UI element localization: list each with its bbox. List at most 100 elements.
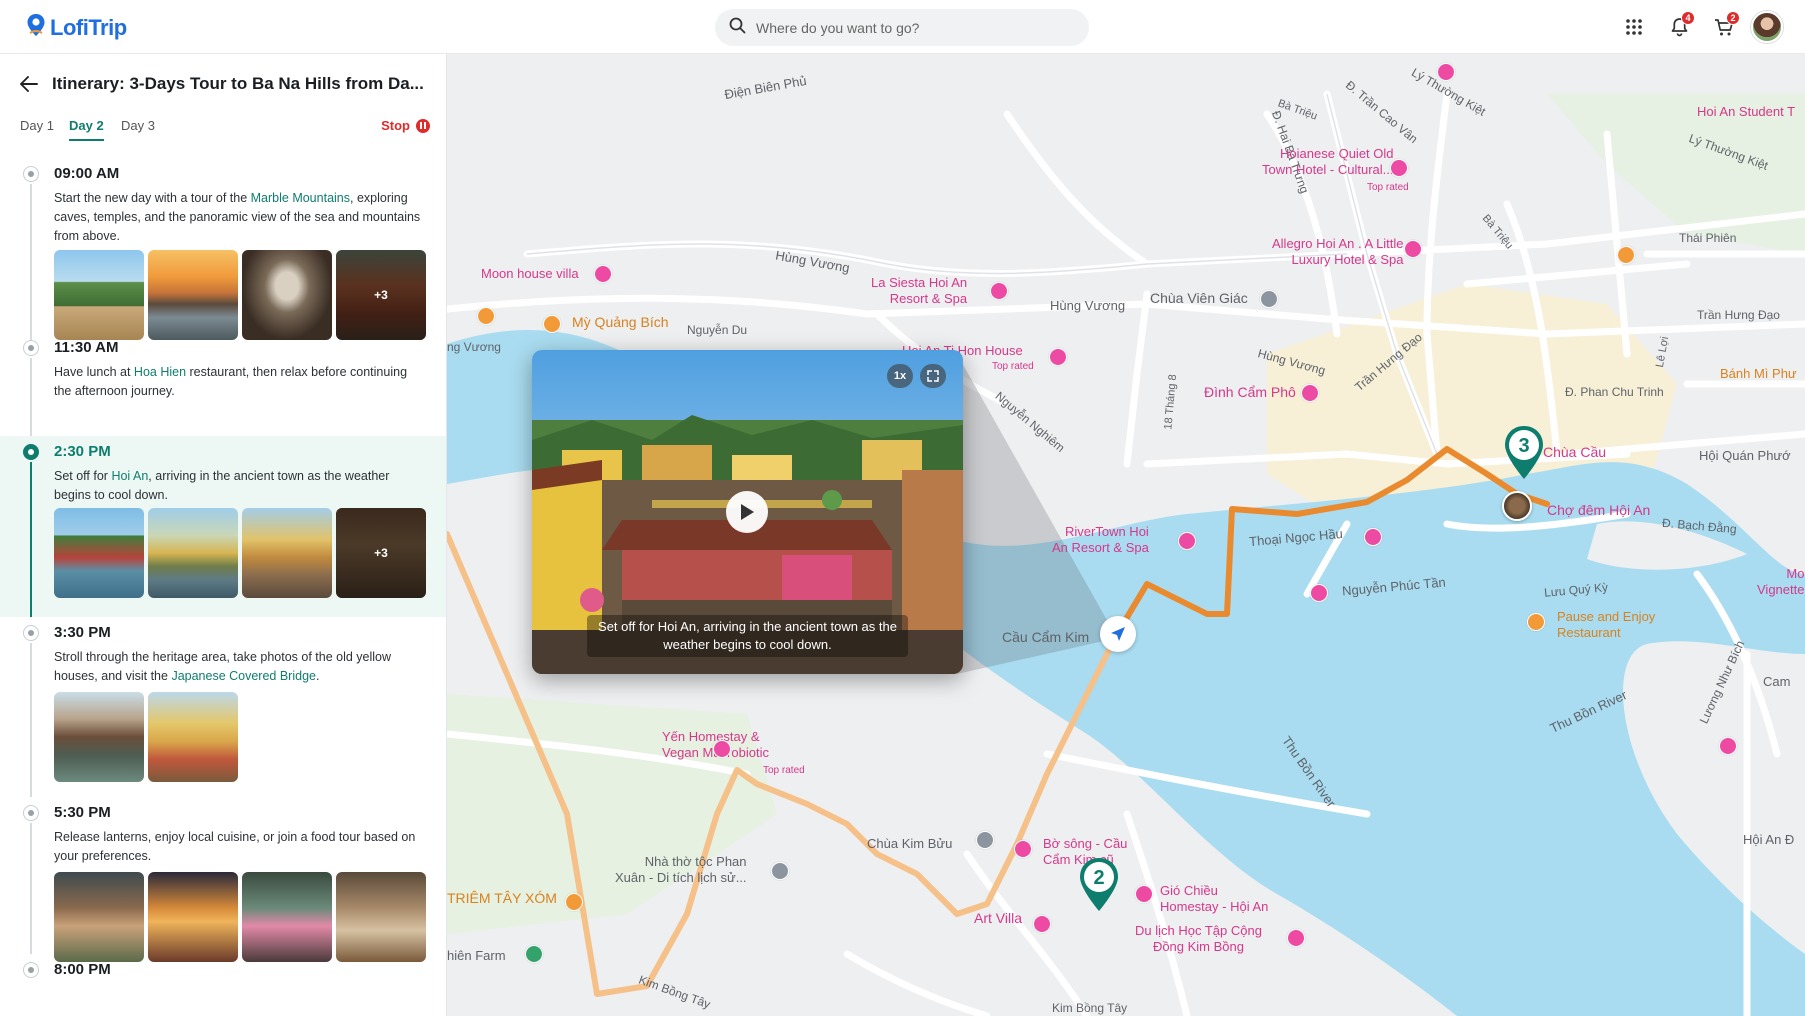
timeline-stop-active[interactable]: 2:30 PM Set off for Hoi An, arriving in … bbox=[0, 436, 446, 617]
restaurant-icon[interactable] bbox=[543, 315, 561, 333]
photo-thumbnail[interactable] bbox=[148, 692, 238, 782]
stop-time: 3:30 PM bbox=[54, 624, 111, 641]
photo-thumbnail[interactable]: +3 bbox=[336, 250, 426, 340]
restaurant-icon[interactable] bbox=[1617, 246, 1635, 264]
timeline-dot bbox=[23, 625, 39, 641]
map-label: Chùa Kim Bửu bbox=[867, 836, 953, 851]
hotel-icon[interactable] bbox=[1390, 159, 1408, 177]
map-label: Allegro Hoi An . A Little Luxury Hotel &… bbox=[1272, 236, 1404, 267]
map-view[interactable]: Điện Biên Phủ Bà Triệu Lý Thường Kiệt Đ.… bbox=[447, 54, 1805, 1016]
timeline-dot bbox=[23, 805, 39, 821]
location-photo-marker[interactable] bbox=[1502, 491, 1532, 521]
apps-grid-button[interactable] bbox=[1621, 14, 1647, 40]
cart-button[interactable]: 2 bbox=[1711, 11, 1740, 40]
timeline-stop[interactable]: 8:00 PM bbox=[0, 954, 446, 1014]
stop-button[interactable]: Stop bbox=[381, 118, 430, 133]
expand-button[interactable] bbox=[920, 364, 946, 388]
day-tabs: Day 1 Day 2 Day 3 Stop bbox=[20, 118, 430, 148]
itinerary-header: Itinerary: 3-Days Tour to Ba Na Hills fr… bbox=[20, 74, 430, 94]
play-button[interactable] bbox=[726, 491, 768, 533]
itinerary-panel: Itinerary: 3-Days Tour to Ba Na Hills fr… bbox=[0, 54, 447, 1016]
timeline-stop[interactable]: 11:30 AM Have lunch at Hoa Hien restaura… bbox=[0, 332, 446, 436]
pause-icon bbox=[416, 118, 430, 133]
timeline-line bbox=[30, 184, 32, 352]
timeline-stop[interactable]: 5:30 PM Release lanterns, enjoy local cu… bbox=[0, 797, 446, 962]
map-label: Du lịch Học Tập Cộng Đồng Kim Bồng bbox=[1135, 923, 1262, 954]
search-input[interactable] bbox=[756, 19, 1056, 36]
stop-description: Set off for Hoi An, arriving in the anci… bbox=[54, 467, 424, 505]
tab-day-1[interactable]: Day 1 bbox=[20, 118, 54, 139]
navigation-arrow-icon bbox=[1111, 627, 1125, 641]
map-label: TRIÊM TÂY XÓM bbox=[447, 890, 557, 906]
hotel-icon[interactable] bbox=[1033, 915, 1051, 933]
temple-icon[interactable] bbox=[976, 831, 994, 849]
place-link[interactable]: Marble Mountains bbox=[251, 191, 350, 205]
camera-icon[interactable] bbox=[1287, 929, 1305, 947]
camera-icon[interactable] bbox=[1014, 840, 1032, 858]
restaurant-icon[interactable] bbox=[1310, 584, 1328, 602]
restaurant-icon[interactable] bbox=[1364, 528, 1382, 546]
map-label: hiên Farm bbox=[447, 948, 506, 963]
arrow-left-icon[interactable] bbox=[20, 76, 38, 92]
temple-icon[interactable] bbox=[1260, 290, 1278, 308]
photo-thumbnail[interactable] bbox=[336, 872, 426, 962]
photo-thumbnail[interactable]: +3 bbox=[336, 508, 426, 598]
map-label: Cam bbox=[1763, 674, 1791, 689]
hotel-icon[interactable] bbox=[1404, 240, 1422, 258]
map-label: Đình Cẩm Phô bbox=[1204, 384, 1296, 400]
photo-thumbnail[interactable] bbox=[242, 250, 332, 340]
timeline-dot-active bbox=[23, 444, 39, 460]
hotel-icon[interactable] bbox=[1178, 532, 1196, 550]
timeline-line bbox=[30, 643, 32, 797]
photo-thumbnail[interactable] bbox=[242, 872, 332, 962]
hotel-icon[interactable] bbox=[1719, 737, 1737, 755]
photo-thumbnail[interactable] bbox=[54, 872, 144, 962]
restaurant-icon[interactable] bbox=[565, 893, 583, 911]
map-label: Cầu Cẩm Kim bbox=[1002, 629, 1090, 645]
timeline-stop[interactable]: 09:00 AM Start the new day with a tour o… bbox=[0, 158, 446, 352]
landmark-icon[interactable] bbox=[1301, 384, 1319, 402]
route-stop-pin-2[interactable]: 2 bbox=[1077, 856, 1121, 914]
temple-icon[interactable] bbox=[771, 862, 789, 880]
video-preview-card[interactable]: 1x Set off for Hoi An, arriving in the a… bbox=[532, 350, 963, 674]
hotel-icon[interactable] bbox=[594, 265, 612, 283]
place-link[interactable]: Japanese Covered Bridge bbox=[171, 669, 316, 683]
itinerary-title: Itinerary: 3-Days Tour to Ba Na Hills fr… bbox=[52, 74, 424, 93]
playback-speed-button[interactable]: 1x bbox=[887, 364, 913, 388]
photo-thumbnail[interactable] bbox=[242, 508, 332, 598]
stop-time: 8:00 PM bbox=[54, 961, 111, 978]
place-link[interactable]: Hoa Hien bbox=[134, 365, 186, 379]
park-icon[interactable] bbox=[525, 945, 543, 963]
restaurant-icon[interactable] bbox=[990, 282, 1008, 300]
place-link[interactable]: Hoi An bbox=[111, 469, 148, 483]
map-label: Trần Hưng Đạo bbox=[1697, 308, 1780, 322]
tab-day-3[interactable]: Day 3 bbox=[121, 118, 155, 139]
map-label: Hoianese Quiet Old Town Hotel - Cultural… bbox=[1262, 146, 1394, 177]
photo-thumbnail[interactable] bbox=[54, 250, 144, 340]
map-pin-icon bbox=[26, 13, 46, 42]
play-icon bbox=[741, 504, 754, 520]
notifications-badge: 4 bbox=[1681, 11, 1695, 25]
logo[interactable]: LofiTrip bbox=[26, 13, 127, 42]
photo-thumbnail[interactable] bbox=[148, 250, 238, 340]
hotel-icon[interactable] bbox=[1135, 885, 1153, 903]
hotel-icon[interactable] bbox=[713, 740, 731, 758]
photo-thumbnail[interactable] bbox=[54, 692, 144, 782]
avatar[interactable] bbox=[1751, 11, 1783, 43]
hotel-icon[interactable] bbox=[1049, 348, 1067, 366]
timeline-stop[interactable]: 3:30 PM Stroll through the heritage area… bbox=[0, 617, 446, 797]
current-location-marker[interactable] bbox=[1100, 616, 1136, 652]
restaurant-icon[interactable] bbox=[477, 307, 495, 325]
photo-thumbnail[interactable] bbox=[54, 508, 144, 598]
route-stop-pin-3[interactable]: 3 bbox=[1502, 424, 1546, 482]
search-bar[interactable] bbox=[715, 9, 1089, 46]
photo-thumbnail[interactable] bbox=[148, 508, 238, 598]
hotel-icon[interactable] bbox=[1437, 63, 1455, 81]
grid-icon bbox=[1626, 19, 1642, 35]
tab-day-2[interactable]: Day 2 bbox=[69, 118, 104, 141]
photo-thumbnail[interactable] bbox=[148, 872, 238, 962]
map-label: ng Vương bbox=[447, 340, 501, 354]
restaurant-icon[interactable] bbox=[1527, 613, 1545, 631]
timeline-dot bbox=[23, 340, 39, 356]
notifications-button[interactable]: 4 bbox=[1666, 11, 1695, 40]
